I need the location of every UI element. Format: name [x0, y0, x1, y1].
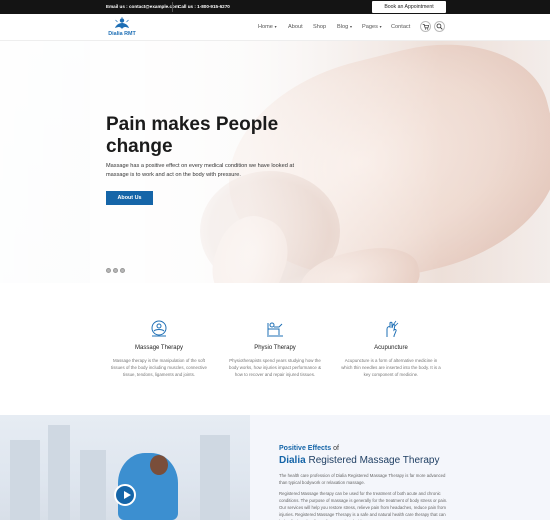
physio-therapy-icon — [267, 322, 283, 337]
therapist-head — [150, 455, 168, 475]
background-building — [10, 440, 40, 520]
section-subtitle: Dialia Registered Massage Therapy — [279, 455, 439, 466]
about-us-button[interactable]: About Us — [106, 191, 153, 205]
section-subtitle-bold: Dialia — [279, 455, 306, 466]
slider-dot[interactable] — [120, 268, 125, 273]
hero-banner: Pain makes People change Massage has a p… — [0, 41, 550, 283]
section-title-highlight: Positive Effects — [279, 445, 332, 452]
chevron-down-icon: ▼ — [378, 25, 383, 29]
hero-title: Pain makes People change — [106, 114, 279, 157]
section-paragraph: Registered Massage therapy can be used f… — [279, 491, 448, 520]
slider-dot[interactable] — [106, 268, 111, 273]
service-card: Massage Therapy Massage therapy is the m… — [109, 319, 209, 378]
slider-dot[interactable] — [113, 268, 118, 273]
contact-email[interactable]: Email us : contact@example.com — [106, 4, 179, 9]
section-title-rest: of — [333, 445, 339, 452]
background-building — [80, 450, 106, 520]
positive-effects-section: Positive Effects of Dialia Registered Ma… — [0, 415, 550, 520]
hero-text: Massage has a positive effect on every m… — [106, 163, 295, 178]
service-text: Acupuncture is a form of alternative med… — [341, 358, 441, 377]
nav-contact[interactable]: Contact — [391, 24, 410, 30]
chevron-down-icon: ▼ — [349, 25, 353, 29]
service-card: Physio Therapy Physiotherapists spend ye… — [225, 319, 325, 378]
services-section: Massage Therapy Massage therapy is the m… — [0, 283, 550, 415]
service-title: Physio Therapy — [254, 345, 296, 351]
background-building — [200, 435, 230, 520]
search-icon[interactable] — [434, 21, 445, 32]
section-title: Positive Effects of — [279, 445, 339, 452]
topbar-divider — [172, 2, 173, 12]
site-logo[interactable]: Dialia RMT — [106, 17, 138, 39]
service-title: Massage Therapy — [135, 345, 183, 351]
top-bar: Email us : contact@example.com Call us :… — [0, 0, 550, 14]
massage-therapy-icon — [151, 320, 167, 337]
chevron-down-icon: ▼ — [273, 25, 278, 29]
service-card: Acupuncture Acupuncture is a form of alt… — [341, 319, 441, 378]
background-building — [48, 425, 70, 520]
section-paragraph: The health care profession of Dialia Reg… — [279, 473, 446, 485]
nav-home[interactable]: Home▼ — [258, 24, 277, 30]
section-subtitle-rest: Registered Massage Therapy — [308, 455, 440, 466]
cart-icon[interactable] — [420, 21, 431, 32]
logo-text: Dialia RMT — [108, 31, 136, 37]
service-title: Acupuncture — [374, 345, 408, 351]
service-text: Physiotherapists spend years studying ho… — [229, 358, 321, 377]
nav-pages[interactable]: Pages▼ — [362, 24, 382, 30]
play-video-button[interactable] — [114, 484, 136, 506]
nav-about[interactable]: About — [288, 24, 303, 30]
site-header: Dialia RMT Home▼ About Shop Blog▼ Pages▼… — [0, 14, 550, 41]
book-appointment-button[interactable]: Book an Appointment — [372, 1, 446, 13]
nav-blog[interactable]: Blog▼ — [337, 24, 353, 30]
service-text: Massage therapy is the manipulation of t… — [111, 358, 207, 377]
acupuncture-icon — [386, 320, 399, 337]
nav-shop[interactable]: Shop — [313, 24, 326, 30]
contact-phone[interactable]: Call us : 1-800-915-6270 — [178, 4, 230, 9]
lotus-logo-icon — [115, 17, 129, 29]
